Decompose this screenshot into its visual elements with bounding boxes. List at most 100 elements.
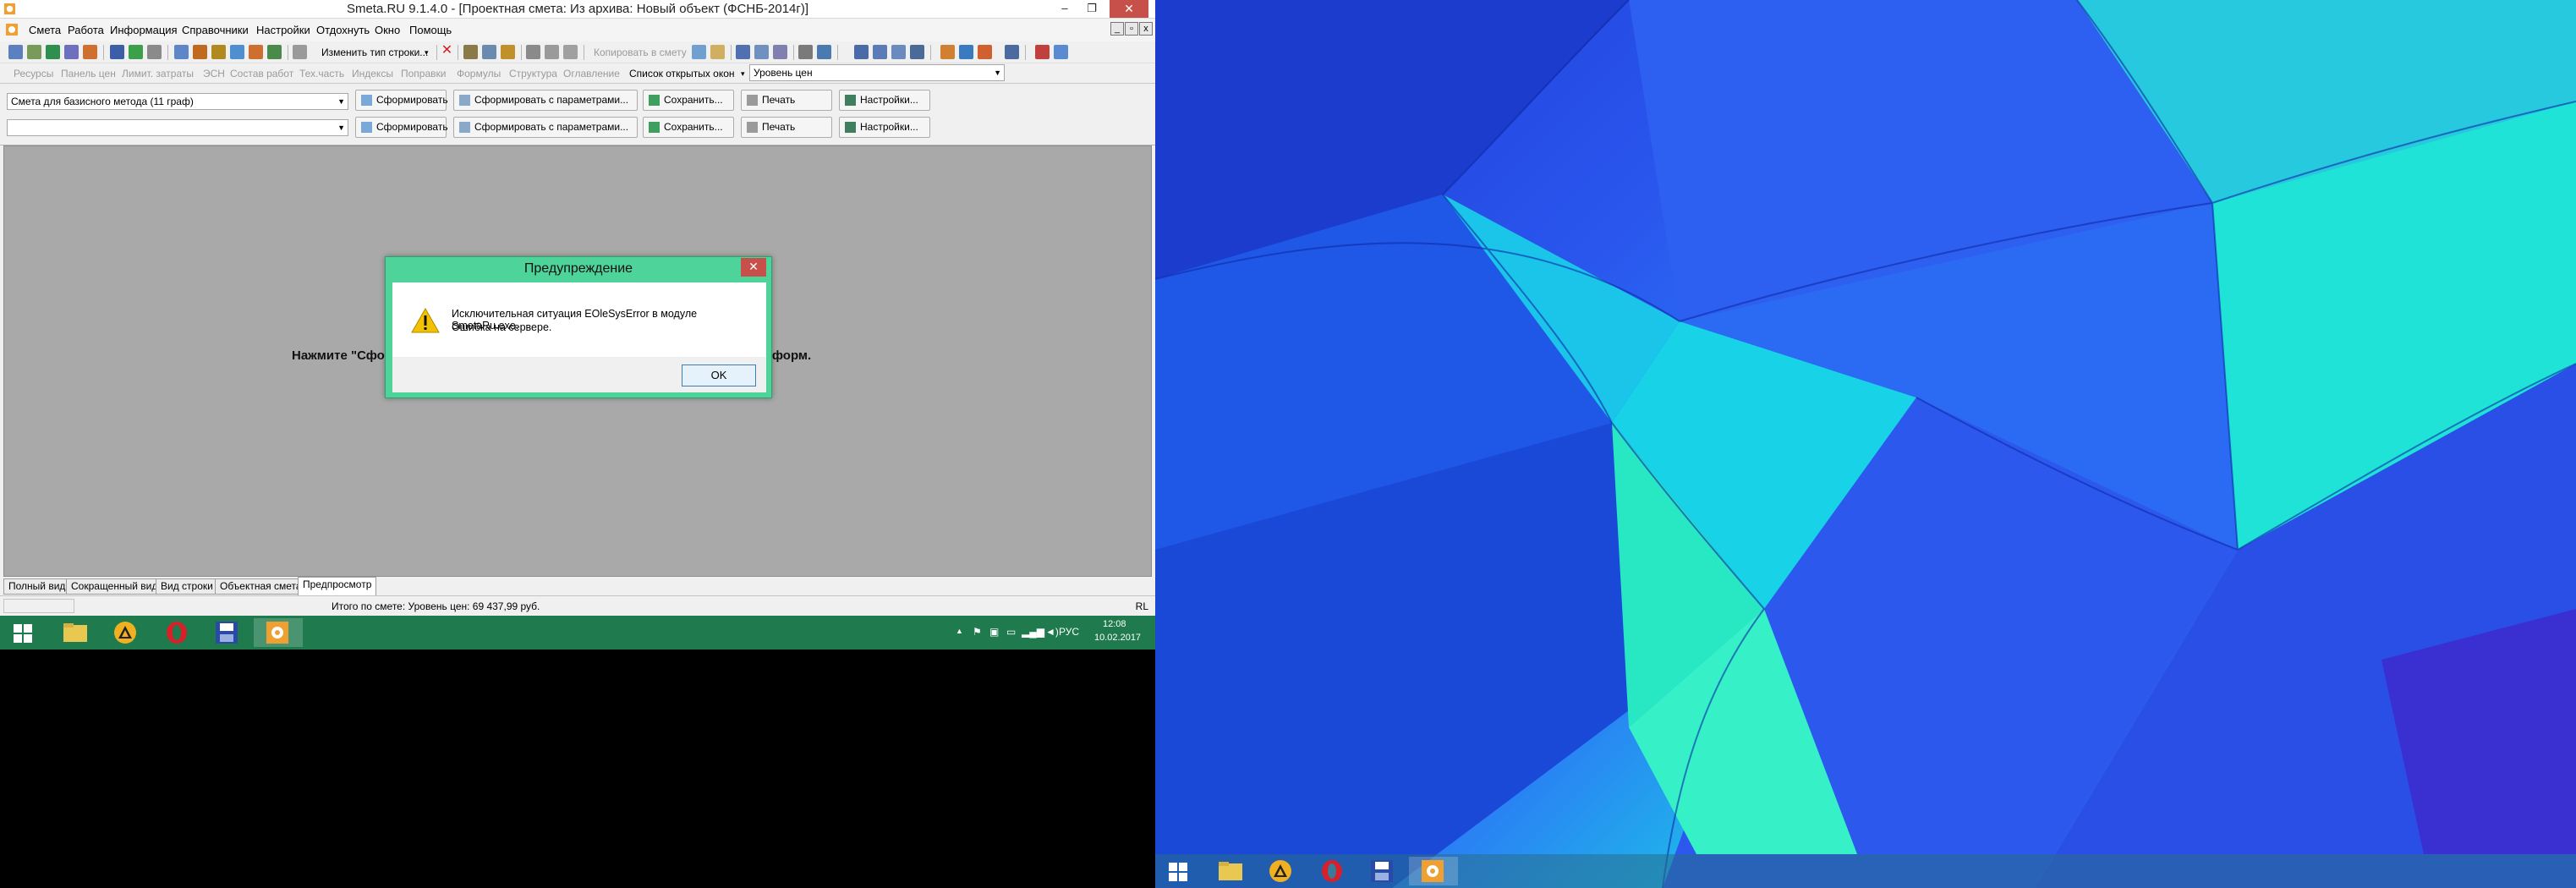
cut-icon[interactable] bbox=[526, 45, 540, 59]
estimate-icon[interactable] bbox=[692, 45, 706, 59]
refresh-icon[interactable] bbox=[129, 45, 143, 59]
save-button[interactable]: Сохранить... bbox=[643, 90, 734, 111]
filter2-icon[interactable] bbox=[798, 45, 813, 59]
eye-icon[interactable] bbox=[1054, 45, 1068, 59]
taskbar-aimp[interactable] bbox=[101, 618, 151, 647]
link-icon[interactable] bbox=[1035, 45, 1050, 59]
change-row-type-button[interactable]: Изменить тип строки... bbox=[321, 47, 428, 58]
tool-sostav-rabot[interactable]: Состав работ bbox=[230, 68, 293, 79]
car-icon[interactable] bbox=[959, 45, 973, 59]
taskbar-smeta-2[interactable] bbox=[1409, 857, 1458, 885]
menu-pomoshch[interactable]: Помощь bbox=[409, 24, 452, 36]
menu-otdokhnut[interactable]: Отдохнуть bbox=[316, 24, 370, 36]
save-button-2[interactable]: Сохранить... bbox=[643, 117, 734, 138]
filter-icon[interactable] bbox=[249, 45, 263, 59]
calc-icon[interactable] bbox=[230, 45, 244, 59]
tool-tekh-chast[interactable]: Тех.часть bbox=[299, 68, 344, 79]
table-icon[interactable] bbox=[754, 45, 769, 59]
tray-app-icon[interactable]: ▣ bbox=[989, 626, 999, 638]
taskbar-app-save[interactable] bbox=[203, 618, 252, 647]
menu-rabota[interactable]: Работа bbox=[68, 24, 104, 36]
restore-button[interactable]: ❐ bbox=[1079, 0, 1104, 18]
sort-icon[interactable] bbox=[773, 45, 787, 59]
note-icon[interactable] bbox=[710, 45, 725, 59]
resource-icon[interactable] bbox=[211, 45, 226, 59]
paste-icon[interactable] bbox=[563, 45, 578, 59]
taskbar-app-save-2[interactable] bbox=[1358, 857, 1407, 885]
export-icon[interactable] bbox=[267, 45, 282, 59]
sum-icon[interactable] bbox=[817, 45, 831, 59]
tray-date[interactable]: 10.02.2017 bbox=[1094, 633, 1141, 643]
change-row-type-dropdown[interactable]: ▾ bbox=[425, 48, 429, 58]
taskbar-explorer-2[interactable] bbox=[1206, 857, 1255, 885]
menu-spravochniki[interactable]: Справочники bbox=[182, 24, 249, 36]
list-icon[interactable] bbox=[64, 45, 79, 59]
dialog-close-button[interactable]: ✕ bbox=[741, 258, 766, 277]
tool-popravki[interactable]: Поправки bbox=[401, 68, 446, 79]
level1-icon[interactable] bbox=[854, 45, 869, 59]
menu-informaciya[interactable]: Информация bbox=[110, 24, 178, 36]
form-with-params-button-2[interactable]: Сформировать с параметрами... bbox=[453, 117, 638, 138]
menu-nastroyki[interactable]: Настройки bbox=[256, 24, 310, 36]
tray-network-icon[interactable]: ▂▄▆ bbox=[1022, 626, 1044, 638]
tool-esn[interactable]: ЭСН bbox=[203, 68, 225, 79]
taskbar-explorer[interactable] bbox=[51, 618, 100, 647]
menu-okno[interactable]: Окно bbox=[375, 24, 400, 36]
tools-icon[interactable] bbox=[83, 45, 97, 59]
mdi-close-button[interactable]: x bbox=[1139, 22, 1153, 36]
print-button-2[interactable]: Печать bbox=[741, 117, 832, 138]
calc2-icon[interactable] bbox=[736, 45, 750, 59]
new-icon[interactable] bbox=[8, 45, 23, 59]
form-with-params-button[interactable]: Сформировать с параметрами... bbox=[453, 90, 638, 111]
desktop-wallpaper[interactable] bbox=[1155, 0, 2576, 888]
tray-flag-icon[interactable]: ⚑ bbox=[973, 626, 982, 638]
tools2-icon[interactable] bbox=[193, 45, 207, 59]
title-bar[interactable]: Smeta.RU 9.1.4.0 - [Проектная смета: Из … bbox=[0, 0, 1155, 19]
form-type-select-2[interactable]: ▼ bbox=[7, 119, 348, 136]
settings-button-2[interactable]: Настройки... bbox=[839, 117, 930, 138]
tab-short-view[interactable]: Сокращенный вид bbox=[66, 578, 163, 595]
tray-language[interactable]: РУС bbox=[1059, 626, 1079, 638]
delete-icon[interactable]: ✕ bbox=[440, 43, 454, 58]
open-windows-dropdown-icon[interactable]: ▾ bbox=[741, 69, 745, 79]
tab-full-view[interactable]: Полный вид bbox=[3, 578, 71, 595]
menu-smeta[interactable]: Смета bbox=[29, 24, 61, 36]
mdi-restore-button[interactable]: ▫ bbox=[1125, 22, 1138, 36]
machine-icon[interactable] bbox=[1005, 45, 1019, 59]
tool-oglavlenie[interactable]: Оглавление bbox=[563, 68, 620, 79]
tool-panel-cen[interactable]: Панель цен bbox=[61, 68, 116, 79]
ok-button[interactable]: OK bbox=[682, 365, 756, 386]
undo-icon[interactable] bbox=[147, 45, 162, 59]
copy-icon[interactable] bbox=[545, 45, 559, 59]
tool-resursy[interactable]: Ресурсы bbox=[14, 68, 53, 79]
search-icon[interactable] bbox=[174, 45, 189, 59]
hat-icon[interactable] bbox=[978, 45, 992, 59]
open-windows-list[interactable]: Список открытых окон bbox=[629, 68, 735, 79]
form-button-2[interactable]: Сформировать bbox=[355, 117, 448, 138]
taskbar-opera[interactable] bbox=[152, 618, 201, 647]
close-button[interactable]: ✕ bbox=[1110, 0, 1148, 18]
mdi-minimize-button[interactable]: _ bbox=[1110, 22, 1124, 36]
form-type-select[interactable]: Смета для базисного метода (11 граф) ▼ bbox=[7, 93, 348, 110]
move-icon[interactable] bbox=[482, 45, 496, 59]
minimize-button[interactable]: – bbox=[1052, 0, 1077, 18]
tree-icon[interactable] bbox=[27, 45, 41, 59]
print-button[interactable]: Печать bbox=[741, 90, 832, 111]
taskbar-aimp-2[interactable] bbox=[1257, 857, 1306, 885]
level2-icon[interactable] bbox=[873, 45, 887, 59]
tray-volume-icon[interactable]: ◄) bbox=[1045, 626, 1059, 638]
tray-expand-button[interactable]: ▲ bbox=[956, 627, 963, 635]
taskbar-opera-2[interactable] bbox=[1307, 857, 1357, 885]
truck-icon[interactable] bbox=[940, 45, 955, 59]
price-level-select[interactable]: Уровень цен ▼ bbox=[749, 64, 1005, 81]
tab-object-estimate[interactable]: Объектная смета bbox=[215, 578, 307, 595]
grid-icon[interactable] bbox=[46, 45, 60, 59]
tab-preview[interactable]: Предпросмотр bbox=[298, 577, 377, 595]
start-button[interactable] bbox=[0, 618, 49, 647]
form-button[interactable]: Сформировать bbox=[355, 90, 448, 111]
copy-to-estimate-button[interactable]: Копировать в смету bbox=[594, 47, 687, 58]
save-icon[interactable] bbox=[110, 45, 124, 59]
start-button-2[interactable] bbox=[1155, 857, 1204, 885]
tool-struktura[interactable]: Структура bbox=[509, 68, 557, 79]
level4-icon[interactable] bbox=[910, 45, 924, 59]
